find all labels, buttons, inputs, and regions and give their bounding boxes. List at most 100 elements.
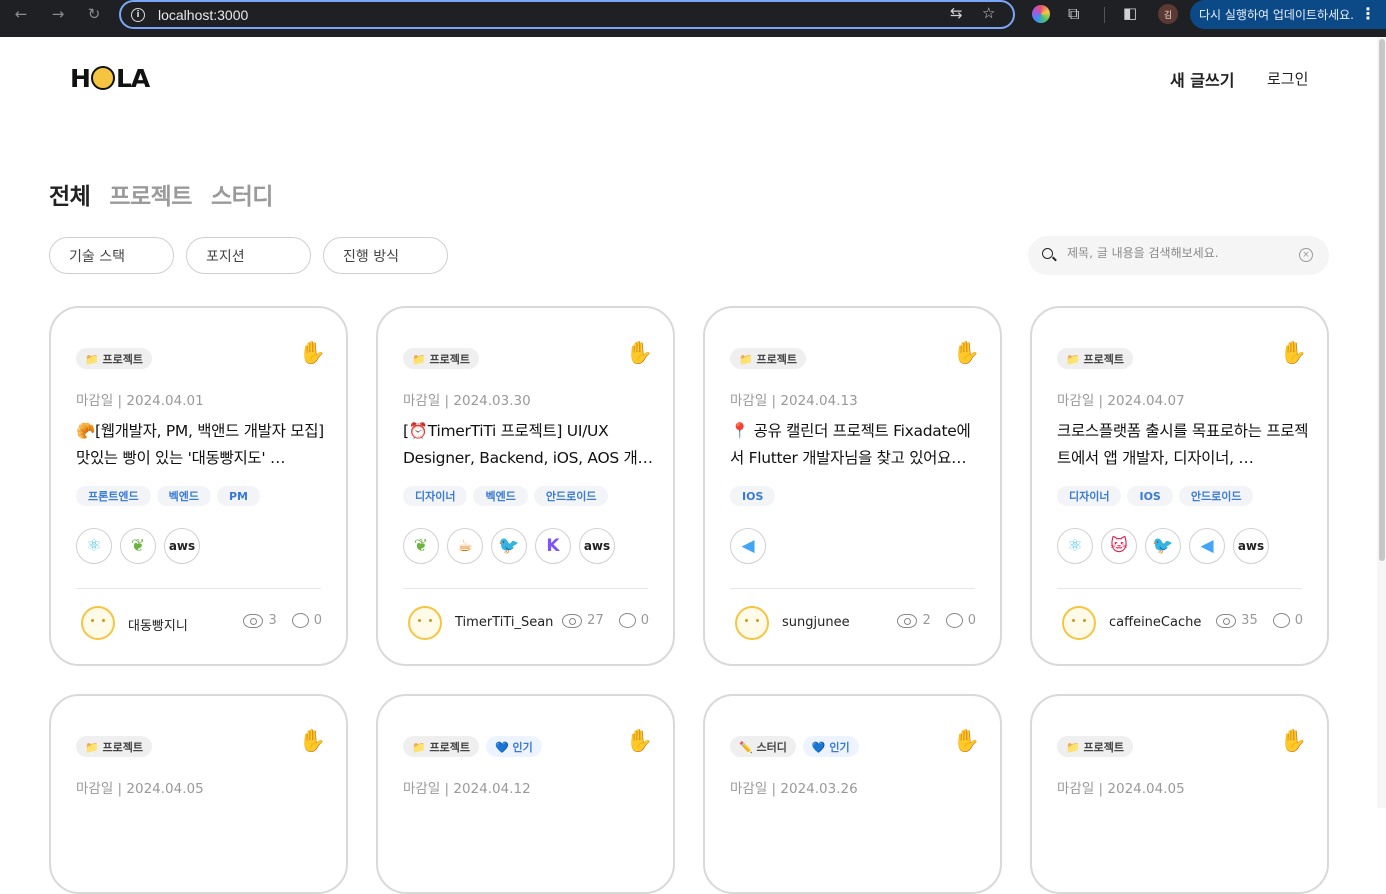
eye-icon — [1216, 613, 1237, 628]
author-name[interactable]: sungjunee — [782, 615, 850, 630]
card-deadline: 마감일 | 2024.04.12 — [403, 781, 531, 797]
browser-toolbar: ← → ↻ i localhost:3000 ⇆ ☆ ⧉ ◧ 김 다시 실행하여… — [0, 0, 1386, 37]
view-count: 35 — [1241, 613, 1258, 628]
author-avatar[interactable] — [735, 606, 769, 640]
menu-kebab-icon[interactable]: ⋮ — [1360, 4, 1376, 23]
card-badges: ✏️ 스터디 💙 인기 — [730, 736, 859, 757]
tech-stack-icons: ⚛ ❦ aws — [76, 528, 200, 564]
card-stats: 35 0 — [1216, 613, 1303, 628]
card-badges: 📁 프로젝트 — [1057, 736, 1134, 757]
scrollbar-thumb[interactable] — [1379, 39, 1385, 561]
author-avatar[interactable] — [408, 606, 442, 640]
card-deadline: 마감일 | 2024.03.30 — [403, 393, 531, 409]
update-label: 다시 실행하여 업데이트하세요. — [1199, 8, 1354, 22]
post-card[interactable]: ✏️ 스터디 💙 인기 ✋ 마감일 | 2024.03.26 — [703, 694, 1002, 894]
tech-stack-filter[interactable]: 기술 스택 — [49, 237, 174, 274]
hand-wave-bookmark-icon[interactable]: ✋ — [953, 729, 980, 754]
tab-all[interactable]: 전체 — [49, 177, 91, 211]
back-arrow-icon[interactable]: ← — [10, 3, 32, 25]
post-card[interactable]: 📁 프로젝트 ✋ 마감일 | 2024.04.05 — [49, 694, 348, 894]
post-card[interactable]: 📁 프로젝트 ✋ 마감일 | 2024.04.07 크로스플랫폼 출시를 목표로하는 … — [1030, 306, 1329, 666]
login-button[interactable]: 로그인 — [1267, 68, 1308, 89]
search-input[interactable] — [1067, 246, 1287, 260]
site-info-icon[interactable]: i — [131, 7, 145, 22]
tab-study[interactable]: 스터디 — [211, 177, 273, 211]
category-badge: ✏️ 스터디 — [730, 736, 796, 757]
card-title[interactable]: 🥐[웹개발자, PM, 백앤드 개발자 모집] 맛있는 빵이 있는 '대동빵지도… — [76, 418, 328, 472]
category-badge: 📁 프로젝트 — [403, 736, 480, 757]
post-card[interactable]: 📁 프로젝트 ✋ 마감일 | 2024.04.01 🥐[웹개발자, PM, 백앤드 개… — [49, 306, 348, 666]
hola-logo[interactable]: H LA — [70, 63, 150, 93]
popular-badge: 💙 인기 — [802, 736, 859, 757]
card-title[interactable]: [⏰TimerTiTi 프로젝트] UI/UX Designer, Backen… — [403, 418, 655, 472]
post-card[interactable]: 📁 프로젝트 ✋ 마감일 | 2024.04.13 📍 공유 캘린더 프로젝트 Fix… — [703, 306, 1002, 666]
hand-wave-bookmark-icon[interactable]: ✋ — [626, 729, 653, 754]
card-title[interactable]: 📍 공유 캘린더 프로젝트 Fixadate에서 Flutter 개발자님을 찾… — [730, 418, 982, 472]
position-tag: 벡엔드 — [473, 486, 528, 506]
position-tags: 디자이너 벡엔드 안드로이드 — [403, 486, 609, 506]
author-name[interactable]: TimerTiTi_Sean — [455, 615, 553, 630]
category-badge: 📁 프로젝트 — [76, 348, 153, 369]
card-stats: 2 0 — [897, 613, 976, 628]
post-card[interactable]: 📁 프로젝트 ✋ 마감일 | 2024.04.05 — [1030, 694, 1329, 894]
card-divider — [403, 588, 648, 589]
card-deadline: 마감일 | 2024.03.26 — [730, 781, 858, 797]
color-extension-icon[interactable] — [1032, 5, 1050, 23]
card-title[interactable]: 크로스플랫폼 출시를 목표로하는 프로젝트에서 앱 개발자, 디자이너, … — [1057, 418, 1309, 472]
comment-bubble-icon — [291, 613, 309, 628]
clear-search-icon[interactable]: × — [1299, 248, 1313, 262]
new-post-button[interactable]: 새 글쓰기 — [1170, 67, 1234, 91]
spring-icon: ❦ — [120, 528, 156, 564]
author-name[interactable]: 대동빵지니 — [128, 615, 188, 634]
comment-count: 0 — [967, 613, 976, 628]
reload-icon[interactable]: ↻ — [83, 3, 105, 25]
author-name[interactable]: caffeineCache — [1109, 615, 1201, 630]
author-avatar[interactable] — [1062, 606, 1096, 640]
position-filter[interactable]: 포지션 — [186, 237, 311, 274]
side-panel-icon[interactable]: ◧ — [1123, 4, 1137, 22]
author-avatar[interactable] — [81, 606, 115, 640]
progress-method-filter[interactable]: 진행 방식 — [323, 237, 448, 274]
swift-icon: 🐦 — [491, 528, 527, 564]
card-deadline: 마감일 | 2024.04.13 — [730, 393, 858, 409]
popular-badge: 💙 인기 — [486, 736, 542, 757]
hand-wave-bookmark-icon[interactable]: ✋ — [299, 341, 326, 366]
position-tag: 디자이너 — [1057, 486, 1122, 506]
aws-icon: aws — [164, 528, 200, 564]
hand-wave-bookmark-icon[interactable]: ✋ — [626, 341, 653, 366]
card-deadline: 마감일 | 2024.04.05 — [1057, 781, 1185, 797]
category-badge: 📁 프로젝트 — [76, 736, 153, 757]
profile-avatar[interactable]: 김 — [1158, 4, 1178, 24]
logo-letters-la: LA — [115, 63, 150, 93]
react-icon: ⚛ — [1057, 528, 1093, 564]
post-card[interactable]: 📁 프로젝트 ✋ 마감일 | 2024.03.30 [⏰TimerTiTi 프로젝트]… — [376, 306, 675, 666]
view-count: 2 — [922, 613, 931, 628]
page-scrollbar[interactable] — [1377, 37, 1386, 808]
card-badges: 📁 프로젝트 — [1057, 348, 1134, 369]
nestjs-icon: 🐱 — [1101, 528, 1137, 564]
url-text[interactable]: localhost:3000 — [158, 7, 248, 23]
hand-wave-bookmark-icon[interactable]: ✋ — [1280, 729, 1307, 754]
search-box: × — [1028, 236, 1329, 275]
position-tags: 프론트엔드 벡엔드 PM — [76, 486, 260, 506]
filter-label: 포지션 — [206, 248, 245, 265]
spring-icon: ❦ — [403, 528, 439, 564]
card-stats: 3 0 — [243, 613, 322, 628]
logo-letter-h: H — [70, 63, 91, 93]
card-deadline: 마감일 | 2024.04.01 — [76, 393, 204, 409]
update-button[interactable]: 다시 실행하여 업데이트하세요. ⋮ — [1190, 0, 1386, 29]
hand-wave-bookmark-icon[interactable]: ✋ — [1280, 341, 1307, 366]
tab-project[interactable]: 프로젝트 — [109, 177, 192, 211]
address-bar[interactable]: i localhost:3000 — [119, 0, 1015, 29]
post-card[interactable]: 📁 프로젝트 💙 인기 ✋ 마감일 | 2024.04.12 — [376, 694, 675, 894]
position-tag: 안드로이드 — [1178, 486, 1254, 506]
hand-wave-bookmark-icon[interactable]: ✋ — [299, 729, 326, 754]
bookmark-star-icon[interactable]: ☆ — [982, 4, 995, 22]
toolbar-divider — [1104, 7, 1105, 23]
translate-icon[interactable]: ⇆ — [950, 4, 963, 22]
hand-wave-bookmark-icon[interactable]: ✋ — [953, 341, 980, 366]
tech-stack-icons: ⚛ 🐱 🐦 ◀ aws — [1057, 528, 1269, 564]
comment-count: 0 — [313, 613, 322, 628]
forward-arrow-icon[interactable]: → — [47, 3, 69, 25]
extensions-puzzle-icon[interactable]: ⧉ — [1068, 4, 1079, 24]
